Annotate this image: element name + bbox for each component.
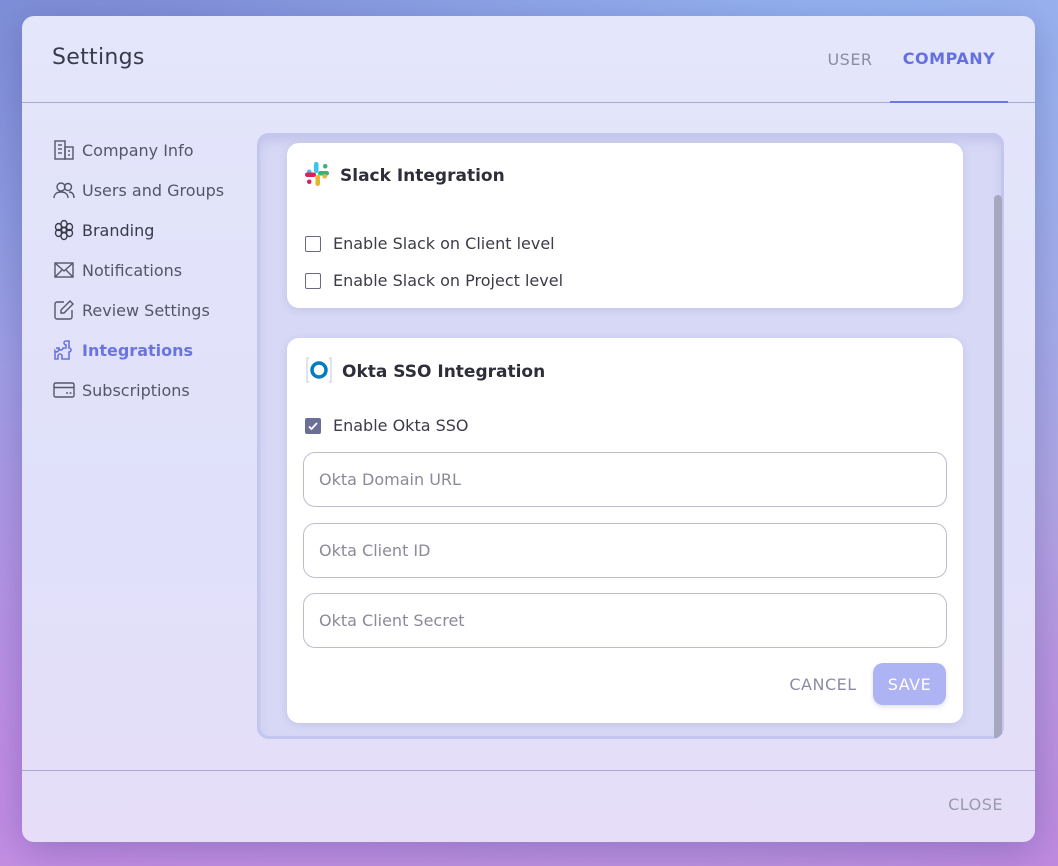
- sidebar-item-company-info[interactable]: Company Info: [52, 130, 252, 170]
- sidebar-item-label: Integrations: [82, 340, 194, 360]
- okta-client-secret-field[interactable]: [303, 593, 947, 648]
- slack-project-level-option[interactable]: Enable Slack on Project level: [305, 271, 563, 290]
- checkbox-label: Enable Slack on Project level: [333, 271, 564, 290]
- envelope-icon: [52, 258, 76, 282]
- dialog-header: Settings USER COMPANY: [22, 16, 1035, 103]
- sidebar-item-label: Review Settings: [82, 300, 210, 320]
- okta-domain-url-field[interactable]: [303, 452, 947, 507]
- slack-logo-icon: [304, 161, 330, 191]
- building-icon: [52, 138, 76, 162]
- sidebar-item-subscriptions[interactable]: Subscriptions: [52, 370, 252, 410]
- checkmark-icon: [308, 421, 318, 430]
- slack-client-level-option[interactable]: Enable Slack on Client level: [305, 234, 555, 253]
- sidebar-item-integrations[interactable]: Integrations: [52, 330, 252, 370]
- dialog-title: Settings: [52, 45, 145, 70]
- checkbox-label: Enable Slack on Client level: [333, 234, 555, 253]
- sidebar-item-notifications[interactable]: Notifications: [52, 250, 252, 290]
- okta-enable-checkbox[interactable]: [305, 417, 321, 434]
- okta-logo-icon: [304, 356, 334, 388]
- integrations-panel: Slack Integration Enable Slack on Client…: [257, 133, 1004, 739]
- okta-client-id-field[interactable]: [303, 523, 947, 578]
- sidebar-item-users-and-groups[interactable]: Users and Groups: [52, 170, 252, 210]
- tab-user[interactable]: USER: [810, 16, 890, 103]
- slack-integration-card: Slack Integration Enable Slack on Client…: [287, 143, 963, 308]
- okta-card-title: Okta SSO Integration: [342, 362, 546, 382]
- edit-icon: [52, 298, 76, 322]
- credit-card-icon: [52, 378, 76, 402]
- users-icon: [52, 178, 76, 202]
- okta-client-secret-input[interactable]: [304, 594, 946, 647]
- scrollbar[interactable]: [992, 133, 1004, 739]
- settings-sidebar: Company Info Users and Groups Branding N…: [52, 130, 252, 410]
- scrollbar-thumb[interactable]: [994, 195, 1002, 739]
- sidebar-item-review-settings[interactable]: Review Settings: [52, 290, 252, 330]
- okta-sso-integration-card: Okta SSO Integration Enable Okta SSO CAN…: [287, 338, 963, 723]
- slack-card-title: Slack Integration: [340, 166, 505, 186]
- okta-enable-option[interactable]: Enable Okta SSO: [305, 416, 469, 435]
- sidebar-item-label: Subscriptions: [82, 380, 190, 400]
- slack-client-level-checkbox[interactable]: [305, 235, 321, 252]
- settings-tabs: USER COMPANY: [810, 16, 1008, 103]
- save-button[interactable]: SAVE: [873, 663, 946, 705]
- slack-project-level-checkbox[interactable]: [305, 272, 321, 289]
- okta-card-header: Okta SSO Integration: [304, 356, 545, 388]
- tab-company[interactable]: COMPANY: [890, 16, 1008, 103]
- close-button[interactable]: CLOSE: [948, 795, 1003, 814]
- cancel-button[interactable]: CANCEL: [783, 663, 863, 705]
- sidebar-item-branding[interactable]: Branding: [52, 210, 252, 250]
- sidebar-item-label: Company Info: [82, 140, 194, 160]
- okta-domain-url-input[interactable]: [304, 453, 946, 506]
- sidebar-item-label: Notifications: [82, 260, 183, 280]
- sidebar-item-label: Branding: [82, 220, 155, 240]
- okta-client-id-input[interactable]: [304, 524, 946, 577]
- slack-card-header: Slack Integration: [304, 161, 505, 191]
- checkbox-label: Enable Okta SSO: [333, 416, 469, 435]
- flower-icon: [52, 218, 76, 242]
- dialog-footer: CLOSE: [22, 770, 1035, 842]
- settings-dialog: Settings USER COMPANY Company Info Users…: [22, 16, 1035, 842]
- puzzle-icon: [52, 338, 76, 362]
- sidebar-item-label: Users and Groups: [82, 180, 225, 200]
